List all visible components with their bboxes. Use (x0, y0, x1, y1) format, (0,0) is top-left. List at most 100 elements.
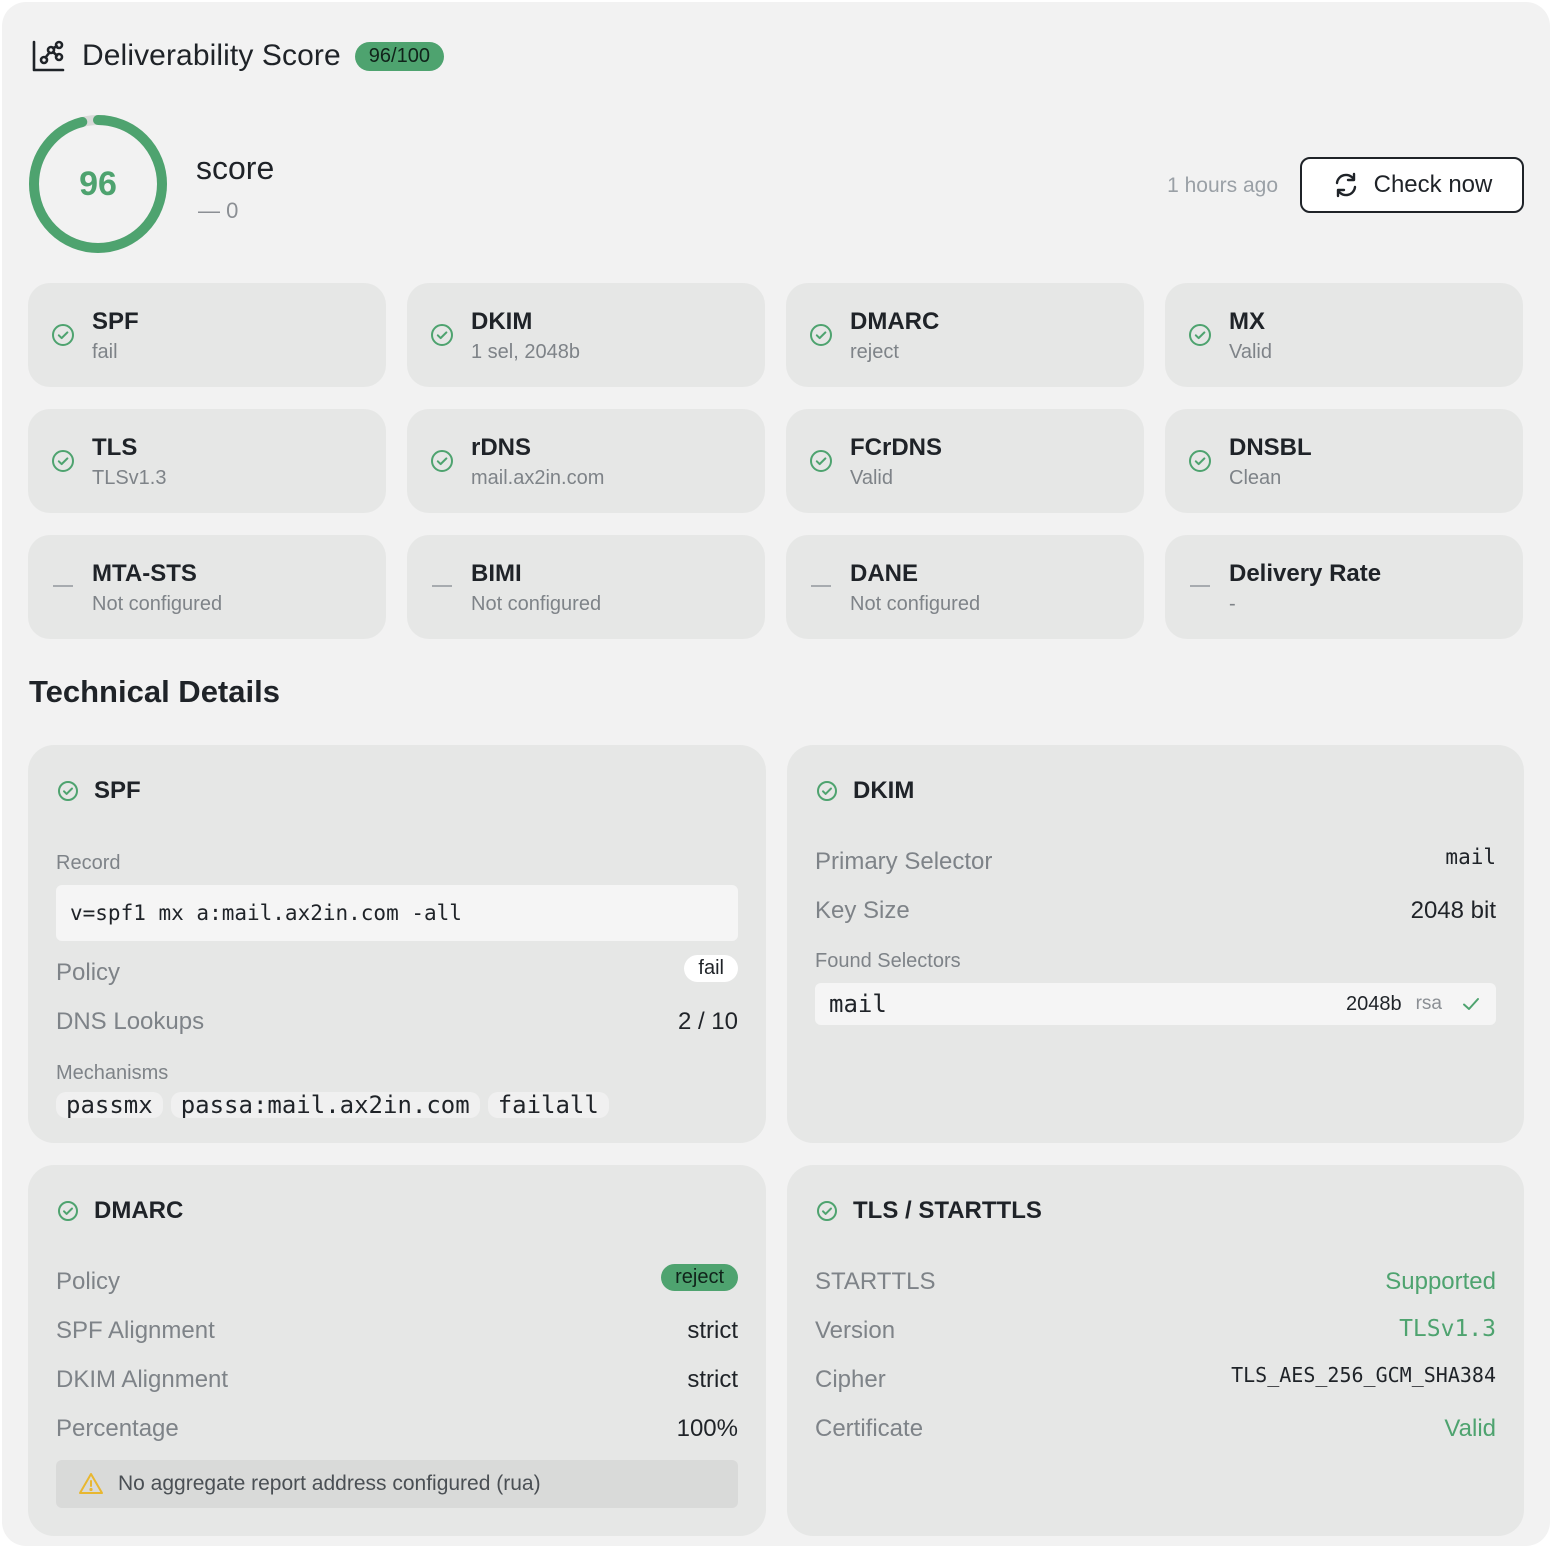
status-card-value: mail.ax2in.com (471, 467, 605, 489)
status-card-value: reject (850, 341, 899, 363)
status-card-fcrdns: FCrDNS Valid (786, 409, 1144, 513)
dmarc-policy-badge: reject (661, 1264, 738, 1291)
tls-cipher-value: TLS_AES_256_GCM_SHA384 (1231, 1363, 1496, 1387)
check-circle-icon (1189, 324, 1211, 346)
warning-icon (79, 1473, 103, 1494)
status-card-dane: DANE Not configured (786, 535, 1144, 639)
check-circle-icon (817, 781, 837, 801)
page-title: Deliverability Score (82, 39, 341, 72)
check-circle-icon (52, 450, 74, 472)
check-now-label: Check now (1373, 171, 1493, 198)
status-card-name: SPF (92, 308, 139, 335)
score-delta: — 0 (198, 198, 239, 223)
status-card-name: FCrDNS (850, 434, 943, 461)
status-card-name: Delivery Rate (1229, 560, 1382, 587)
status-card-name: rDNS (471, 434, 532, 461)
dmarc-warning-text: No aggregate report address configured (… (118, 1472, 541, 1495)
status-card-value: fail (92, 341, 118, 363)
dash-icon (53, 585, 73, 587)
status-card-value: - (1229, 593, 1236, 615)
check-circle-icon (817, 1201, 837, 1221)
status-card-name: MTA-STS (92, 560, 197, 587)
status-card-name: MX (1229, 308, 1265, 335)
spf-panel-header: SPF (56, 777, 141, 805)
status-card-value: TLSv1.3 (92, 467, 167, 489)
deliverability-page: Deliverability Score 96/100 96 score — 0… (2, 2, 1550, 1546)
status-card-mta-sts: MTA-STS Not configured (28, 535, 386, 639)
dash-icon (811, 585, 831, 587)
status-card-mx: MX Valid (1165, 283, 1523, 387)
dmarc-panel-header: DMARC (56, 1197, 183, 1225)
status-card-dkim: DKIM 1 sel, 2048b (407, 283, 765, 387)
dash-icon (432, 585, 452, 587)
spf-policy-badge: fail (684, 955, 738, 982)
dmarc-policy-label: Policy (56, 1268, 121, 1295)
tls-panel: TLS / STARTTLS STARTTLS Supported Versio… (787, 1165, 1524, 1536)
refresh-icon (1335, 172, 1356, 198)
tls-panel-title: TLS / STARTTLS (853, 1197, 1042, 1224)
dkim-primary-value: mail (1445, 845, 1496, 869)
dkim-keysize-label: Key Size (815, 897, 910, 924)
tls-starttls-label: STARTTLS (815, 1268, 936, 1295)
technical-details-title: Technical Details (29, 674, 280, 709)
status-card-spf: SPF fail (28, 283, 386, 387)
status-card-name: DKIM (471, 308, 533, 335)
chart-icon (32, 40, 65, 72)
status-card-rdns: rDNS mail.ax2in.com (407, 409, 765, 513)
check-circle-icon (431, 324, 453, 346)
spf-record-label: Record (56, 852, 121, 874)
spf-policy-label: Policy (56, 959, 121, 986)
dkim-selector-name: mail (829, 990, 887, 1018)
tls-version-label: Version (815, 1317, 896, 1344)
spf-lookups-label: DNS Lookups (56, 1008, 205, 1035)
tls-panel-header: TLS / STARTTLS (815, 1197, 1042, 1225)
dkim-panel-title: DKIM (853, 777, 915, 804)
status-card-tls: TLS TLSv1.3 (28, 409, 386, 513)
status-card-value: Clean (1229, 467, 1282, 489)
dmarc-panel-title: DMARC (94, 1197, 184, 1224)
spf-record-value: v=spf1 mx a:mail.ax2in.com -all (56, 885, 738, 941)
tls-cert-label: Certificate (815, 1415, 924, 1442)
check-icon (1463, 998, 1479, 1010)
spf-mechanisms-label: Mechanisms (56, 1062, 169, 1084)
status-grid: SPF fail DKIM 1 sel, 2048b DMARC reject MX Vali… (28, 283, 1524, 639)
dkim-found-label: Found Selectors (815, 950, 961, 972)
check-circle-icon (1189, 450, 1211, 472)
check-now-button[interactable]: Check now (1300, 157, 1524, 213)
dmarc-warning: No aggregate report address configured (… (56, 1460, 738, 1508)
dmarc-dkim-align-value: strict (687, 1366, 738, 1393)
check-circle-icon (58, 781, 78, 801)
spf-panel: SPF Record v=spf1 mx a:mail.ax2in.com -a… (28, 745, 766, 1143)
spf-mechanism-tag: passmx (56, 1092, 163, 1118)
check-circle-icon (431, 450, 453, 472)
spf-panel-title: SPF (94, 777, 141, 804)
dmarc-spf-align-value: strict (687, 1317, 738, 1344)
dkim-selector-alg: rsa (1415, 993, 1442, 1014)
dmarc-pct-label: Percentage (56, 1415, 179, 1442)
status-card-dnsbl: DNSBL Clean (1165, 409, 1523, 513)
status-card-bimi: BIMI Not configured (407, 535, 765, 639)
spf-lookups-value: 2 / 10 (677, 1008, 738, 1035)
status-card-name: TLS (92, 434, 138, 461)
dmarc-dkim-align-label: DKIM Alignment (56, 1366, 229, 1393)
dmarc-spf-align-label: SPF Alignment (56, 1317, 215, 1344)
dkim-selector-bits: 2048b (1345, 992, 1402, 1015)
status-card-name: DANE (850, 560, 919, 587)
score-badge: 96/100 (354, 41, 444, 71)
page-header: Deliverability Score 96/100 (30, 38, 444, 74)
dkim-panel: DKIM Primary Selector mail Key Size 2048… (787, 745, 1524, 1143)
score-value: 96 (79, 164, 117, 203)
dkim-selector-row: mail 2048b rsa (815, 983, 1496, 1025)
spf-mechanisms-list: passmx passa:mail.ax2in.com failall (56, 1092, 609, 1118)
status-card-name: DMARC (850, 308, 940, 335)
check-circle-icon (810, 450, 832, 472)
check-circle-icon (810, 324, 832, 346)
spf-mechanism-tag: passa:mail.ax2in.com (170, 1092, 480, 1118)
score-label: score (196, 150, 275, 186)
check-circle-icon (58, 1201, 78, 1221)
last-checked-time: 1 hours ago (1167, 174, 1278, 197)
dkim-keysize-value: 2048 bit (1410, 897, 1496, 924)
status-card-name: DNSBL (1229, 434, 1312, 461)
dmarc-panel: DMARC Policy reject SPF Alignment strict… (28, 1165, 766, 1536)
tls-starttls-value: Supported (1385, 1268, 1496, 1295)
